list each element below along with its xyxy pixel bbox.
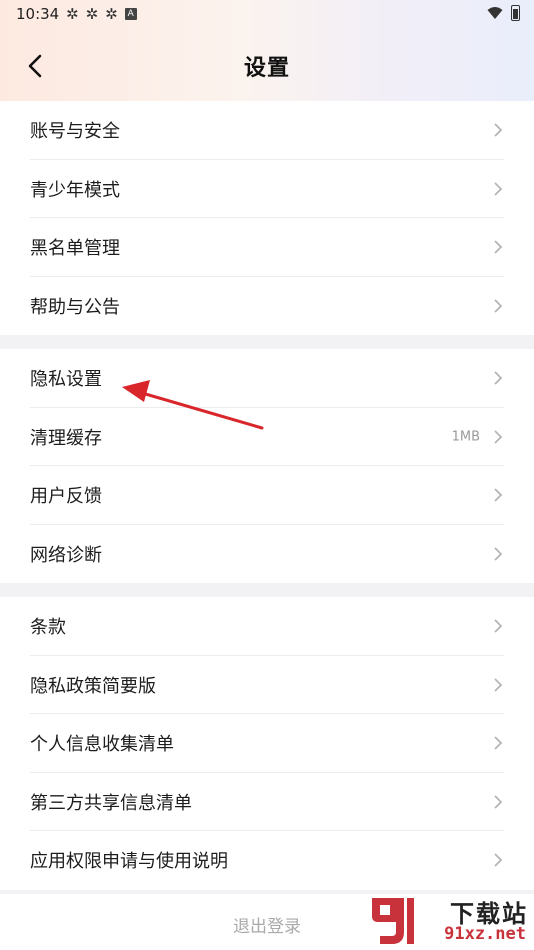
chevron-right-icon <box>494 371 503 385</box>
row-label: 帮助与公告 <box>30 296 120 318</box>
row-label: 个人信息收集清单 <box>30 734 174 756</box>
row-label: 账号与安全 <box>30 121 120 143</box>
chevron-right-icon <box>494 795 503 809</box>
row-blacklist[interactable]: 黑名单管理 <box>0 218 534 277</box>
row-network-diagnosis[interactable]: 网络诊断 <box>0 525 534 584</box>
settings-group-account: 账号与安全 青少年模式 黑名单管理 帮助与公告 <box>0 101 534 335</box>
page-title: 设置 <box>243 56 290 81</box>
row-privacy-policy-brief[interactable]: 隐私政策简要版 <box>0 656 534 714</box>
status-time: 10:34 <box>16 5 60 23</box>
row-label: 应用权限申请与使用说明 <box>30 851 228 873</box>
row-youth-mode[interactable]: 青少年模式 <box>0 160 534 218</box>
row-label: 隐私政策简要版 <box>30 675 156 697</box>
row-label: 用户反馈 <box>30 486 102 508</box>
chevron-right-icon <box>494 619 503 633</box>
row-personal-info-list[interactable]: 个人信息收集清单 <box>0 714 534 773</box>
watermark-logo-icon <box>372 898 414 944</box>
row-label: 条款 <box>30 617 66 639</box>
notification-icons: ✲ ✲ ✲ A <box>66 6 137 22</box>
row-help-notice[interactable]: 帮助与公告 <box>0 277 534 336</box>
chevron-right-icon <box>494 240 503 254</box>
watermark: 下载站 91xz.net <box>364 890 534 950</box>
status-bar: 10:34 ✲ ✲ ✲ A <box>0 0 534 30</box>
chevron-right-icon <box>494 547 503 561</box>
battery-icon <box>511 5 520 21</box>
header: 10:34 ✲ ✲ ✲ A 设置 <box>0 0 534 101</box>
row-label: 青少年模式 <box>30 179 120 201</box>
chevron-right-icon <box>494 182 503 196</box>
app-notification-icon: ✲ <box>105 5 118 23</box>
watermark-en: 91xz.net <box>444 924 526 944</box>
row-label: 第三方共享信息清单 <box>30 792 192 814</box>
chevron-right-icon <box>494 430 503 444</box>
settings-group-legal: 条款 隐私政策简要版 个人信息收集清单 第三方共享信息清单 应用权限申请与使用说… <box>0 597 534 890</box>
row-permissions-explanation[interactable]: 应用权限申请与使用说明 <box>0 831 534 890</box>
chevron-right-icon <box>494 678 503 692</box>
row-third-party-sharing[interactable]: 第三方共享信息清单 <box>0 773 534 831</box>
row-label: 网络诊断 <box>30 544 102 566</box>
cache-size: 1MB <box>451 429 480 445</box>
chevron-right-icon <box>494 123 503 137</box>
chevron-right-icon <box>494 299 503 313</box>
chevron-right-icon <box>494 736 503 750</box>
app-notification-icon: ✲ <box>85 5 99 23</box>
chevron-right-icon <box>494 488 503 502</box>
status-right <box>487 5 520 21</box>
settings-group-privacy: 隐私设置 清理缓存 1MB 用户反馈 网络诊断 <box>0 349 534 583</box>
row-account-security[interactable]: 账号与安全 <box>0 101 534 160</box>
row-label: 清理缓存 <box>30 427 102 449</box>
row-feedback[interactable]: 用户反馈 <box>0 466 534 525</box>
wifi-icon <box>487 7 503 19</box>
a-badge-icon: A <box>124 8 137 20</box>
row-terms[interactable]: 条款 <box>0 597 534 656</box>
row-label: 隐私设置 <box>30 369 102 391</box>
app-notification-icon: ✲ <box>66 5 79 23</box>
row-label: 黑名单管理 <box>30 238 120 260</box>
row-clear-cache[interactable]: 清理缓存 1MB <box>0 408 534 466</box>
row-privacy-settings[interactable]: 隐私设置 <box>0 349 534 408</box>
chevron-right-icon <box>494 853 503 867</box>
